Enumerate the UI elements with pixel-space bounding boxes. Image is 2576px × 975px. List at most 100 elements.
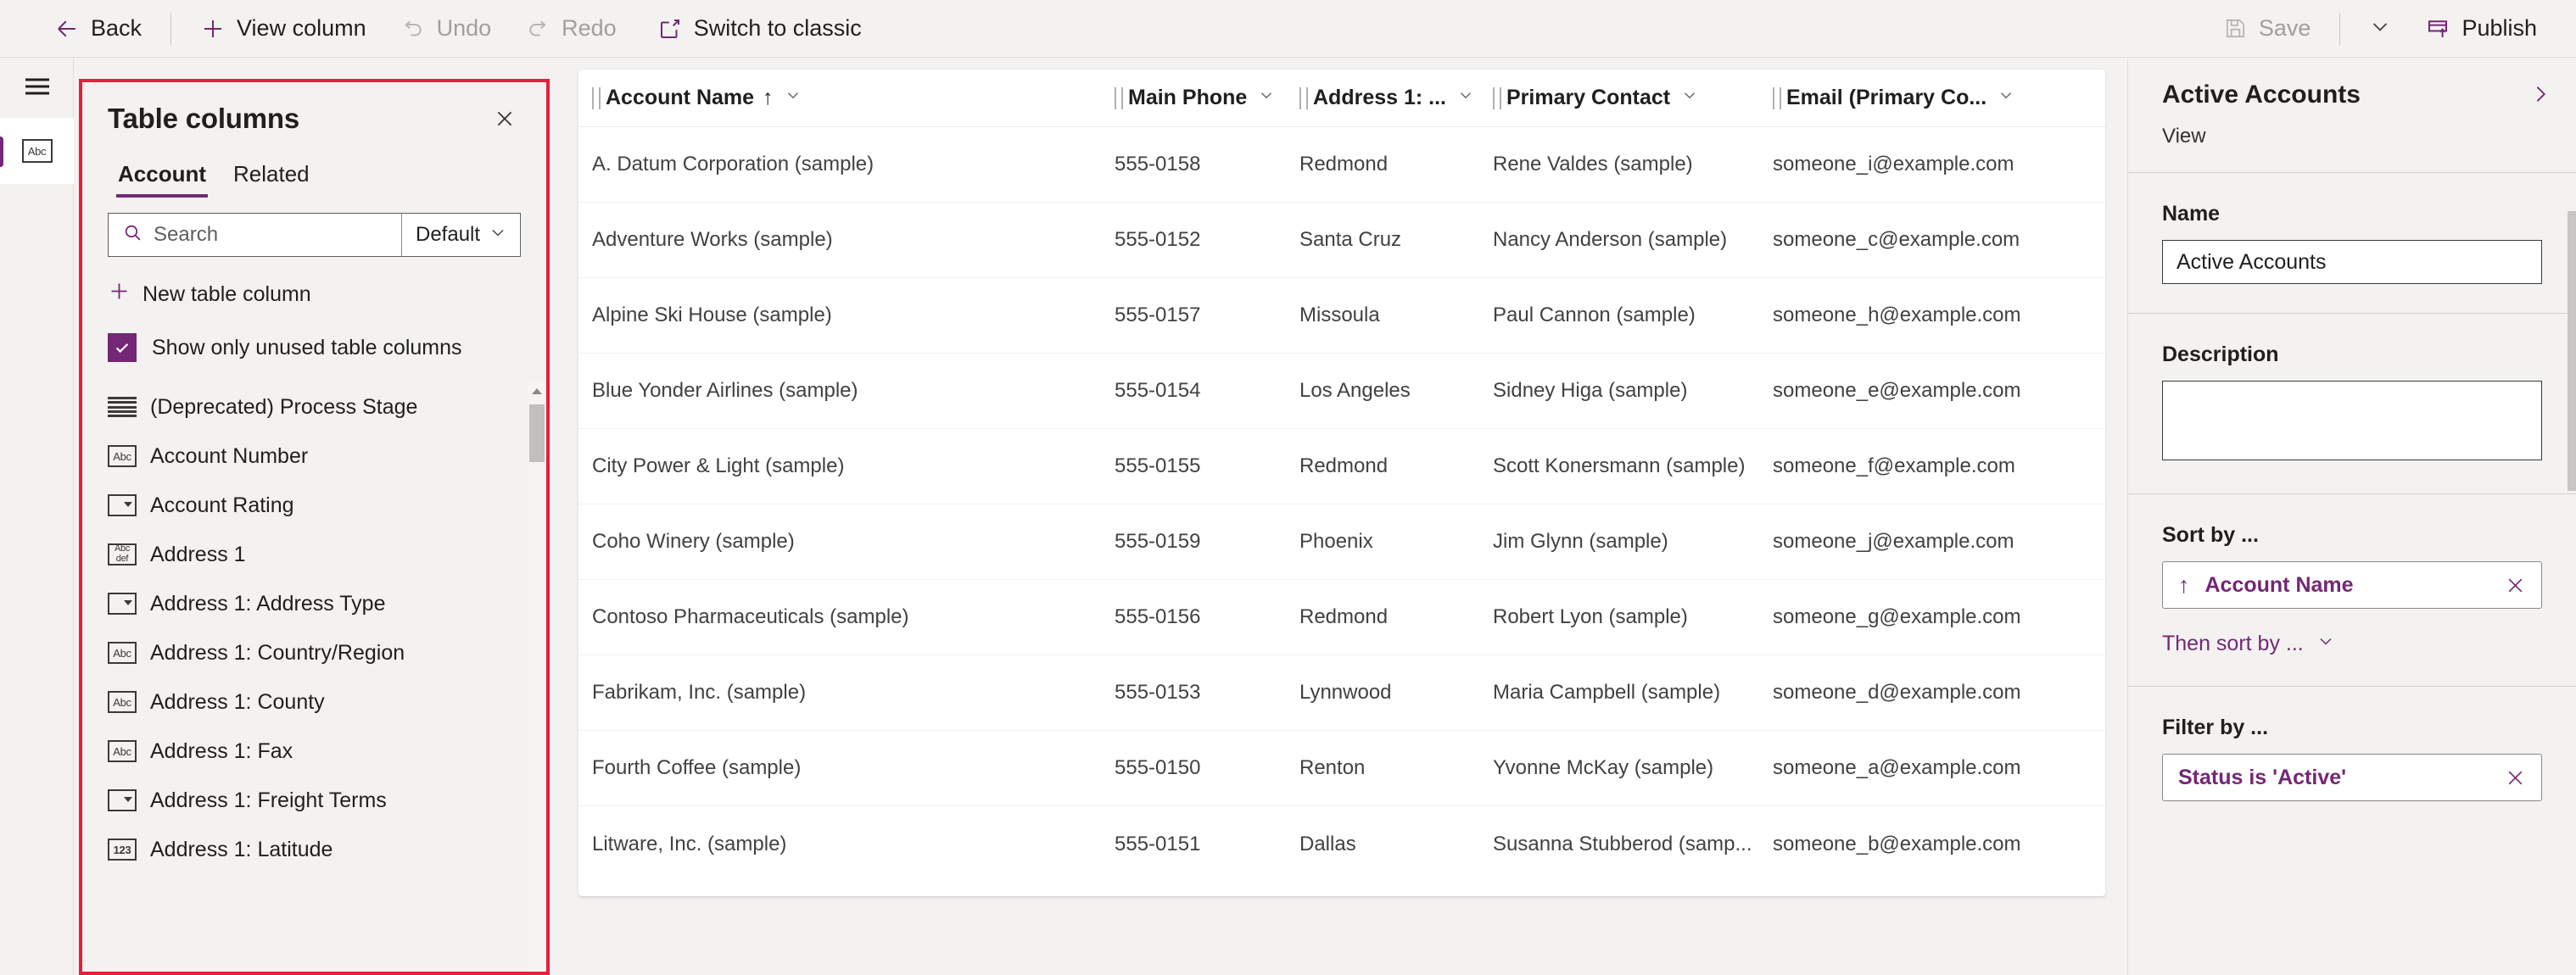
chevron-down-icon[interactable] bbox=[1257, 86, 1276, 110]
save-button[interactable]: Save bbox=[2206, 0, 2328, 58]
new-table-column-button[interactable]: New table column bbox=[108, 277, 521, 311]
cell-account-name[interactable]: Alpine Ski House (sample) bbox=[578, 304, 1115, 327]
description-label: Description bbox=[2162, 343, 2279, 366]
rail-item-columns[interactable]: Abc bbox=[0, 118, 74, 184]
list-item[interactable]: Address 1: Freight Terms bbox=[82, 776, 528, 825]
view-column-button[interactable]: View column bbox=[183, 0, 383, 58]
column-header-account-name[interactable]: Account Name ↑ bbox=[578, 70, 1115, 126]
table-row[interactable]: Contoso Pharmaceuticals (sample) 555-015… bbox=[578, 580, 2105, 655]
tab-account[interactable]: Account bbox=[108, 156, 216, 198]
description-section: Description bbox=[2128, 314, 2576, 494]
table-row[interactable]: Litware, Inc. (sample) 555-0151 Dallas S… bbox=[578, 806, 2105, 882]
choice-icon bbox=[108, 494, 137, 516]
cell-email: someone_j@example.com bbox=[1773, 530, 2014, 553]
column-header-email[interactable]: Email (Primary Co... bbox=[1773, 70, 2105, 126]
search-box[interactable] bbox=[109, 214, 401, 256]
chevron-down-icon[interactable] bbox=[1997, 86, 2015, 110]
hamburger-menu-button[interactable] bbox=[0, 58, 74, 118]
column-header-primary-contact[interactable]: Primary Contact bbox=[1493, 70, 1773, 126]
then-sort-by-label: Then sort by ... bbox=[2162, 632, 2304, 655]
sort-ascending-icon[interactable]: ↑ bbox=[2178, 573, 2190, 597]
name-field[interactable] bbox=[2162, 240, 2542, 284]
cell-account-name[interactable]: Adventure Works (sample) bbox=[578, 228, 1115, 252]
sort-by-pill[interactable]: ↑ Account Name bbox=[2162, 561, 2542, 609]
cell-account-name[interactable]: Contoso Pharmaceuticals (sample) bbox=[578, 605, 1115, 629]
table-row[interactable]: Fourth Coffee (sample) 555-0150 Renton Y… bbox=[578, 731, 2105, 806]
chevron-down-icon[interactable] bbox=[1456, 86, 1475, 110]
switch-to-classic-button[interactable]: Switch to classic bbox=[634, 0, 879, 58]
cell-main-phone: 555-0151 bbox=[1115, 832, 1201, 855]
cell-account-name[interactable]: Fabrikam, Inc. (sample) bbox=[578, 681, 1115, 705]
column-filter-value: Default bbox=[416, 223, 481, 246]
undo-button[interactable]: Undo bbox=[383, 0, 509, 58]
remove-filter-button[interactable] bbox=[2505, 767, 2526, 788]
cell-account-name[interactable]: City Power & Light (sample) bbox=[578, 454, 1115, 478]
table-row[interactable]: Adventure Works (sample) 555-0152 Santa … bbox=[578, 203, 2105, 278]
remove-sort-button[interactable] bbox=[2505, 575, 2526, 596]
table-columns-panel: Table columns Account Related Default bbox=[79, 79, 550, 975]
list-item[interactable]: Abc Address 1: Country/Region bbox=[82, 628, 528, 677]
chevron-down-icon[interactable] bbox=[784, 86, 802, 110]
list-item-label: Address 1: Latitude bbox=[150, 837, 333, 861]
list-item[interactable]: Abc def Address 1 bbox=[82, 530, 528, 579]
table-row[interactable]: Fabrikam, Inc. (sample) 555-0153 Lynnwoo… bbox=[578, 655, 2105, 731]
table-row[interactable]: City Power & Light (sample) 555-0155 Red… bbox=[578, 429, 2105, 504]
table-row[interactable]: A. Datum Corporation (sample) 555-0158 R… bbox=[578, 127, 2105, 203]
column-header-main-phone[interactable]: Main Phone bbox=[1115, 70, 1299, 126]
list-item[interactable]: Abc Account Number bbox=[82, 432, 528, 481]
caret-up-icon bbox=[531, 384, 543, 399]
left-rail: Abc bbox=[0, 58, 74, 975]
tab-related[interactable]: Related bbox=[223, 156, 320, 198]
list-item[interactable]: Abc Address 1: Fax bbox=[82, 727, 528, 776]
filter-pill[interactable]: Status is 'Active' bbox=[2162, 754, 2542, 801]
save-options-chevron[interactable] bbox=[2352, 0, 2408, 58]
properties-scrollbar[interactable] bbox=[2568, 211, 2576, 491]
table-columns-header: Table columns bbox=[82, 82, 546, 135]
list-item[interactable]: 123 Address 1: Latitude bbox=[82, 825, 528, 874]
column-header-address-1[interactable]: Address 1: ... bbox=[1299, 70, 1493, 126]
search-input[interactable] bbox=[154, 223, 388, 247]
list-item[interactable]: (Deprecated) Process Stage bbox=[82, 382, 528, 432]
description-field[interactable] bbox=[2162, 381, 2542, 460]
cell-primary-contact: Yvonne McKay (sample) bbox=[1493, 756, 1714, 779]
cell-main-phone: 555-0156 bbox=[1115, 605, 1201, 628]
show-only-unused-checkbox[interactable] bbox=[108, 333, 137, 362]
back-button[interactable]: Back bbox=[37, 0, 159, 58]
column-filter-dropdown[interactable]: Default bbox=[401, 214, 520, 256]
properties-subtitle: View bbox=[2162, 125, 2206, 148]
expand-panel-button[interactable] bbox=[2529, 82, 2552, 106]
table-row[interactable]: Coho Winery (sample) 555-0159 Phoenix Ji… bbox=[578, 504, 2105, 580]
search-icon bbox=[122, 222, 143, 248]
cell-account-name[interactable]: Fourth Coffee (sample) bbox=[578, 756, 1115, 780]
list-item[interactable]: Account Rating bbox=[82, 481, 528, 530]
cell-email: someone_b@example.com bbox=[1773, 832, 2021, 855]
table-columns-scrollbar[interactable] bbox=[528, 382, 546, 972]
list-item-label: Address 1: Address Type bbox=[150, 591, 386, 616]
cell-account-name[interactable]: Coho Winery (sample) bbox=[578, 530, 1115, 554]
publish-button[interactable]: Publish bbox=[2408, 0, 2554, 58]
cell-email: someone_h@example.com bbox=[1773, 304, 2021, 326]
table-row[interactable]: Blue Yonder Airlines (sample) 555-0154 L… bbox=[578, 354, 2105, 429]
publish-icon bbox=[2425, 16, 2450, 42]
undo-icon bbox=[400, 16, 426, 42]
list-item[interactable]: Address 1: Address Type bbox=[82, 579, 528, 628]
redo-icon bbox=[525, 16, 550, 42]
cell-address: Redmond bbox=[1299, 454, 1389, 477]
redo-button[interactable]: Redo bbox=[508, 0, 634, 58]
cell-primary-contact: Susanna Stubberod (samp... bbox=[1493, 832, 1752, 855]
sort-by-section: Sort by ... ↑ Account Name Then sort by … bbox=[2128, 494, 2576, 687]
cell-account-name[interactable]: Blue Yonder Airlines (sample) bbox=[578, 379, 1115, 403]
cell-account-name[interactable]: Litware, Inc. (sample) bbox=[578, 833, 1115, 856]
close-panel-button[interactable] bbox=[489, 103, 521, 135]
table-row[interactable]: Alpine Ski House (sample) 555-0157 Misso… bbox=[578, 278, 2105, 354]
new-table-column-label: New table column bbox=[142, 281, 311, 306]
table-columns-list: (Deprecated) Process Stage Abc Account N… bbox=[82, 382, 546, 972]
then-sort-by-button[interactable]: Then sort by ... bbox=[2162, 631, 2542, 657]
cell-main-phone: 555-0157 bbox=[1115, 304, 1201, 326]
chevron-down-icon[interactable] bbox=[1680, 86, 1699, 110]
show-only-unused-checkbox-row[interactable]: Show only unused table columns bbox=[108, 333, 521, 362]
cell-account-name[interactable]: A. Datum Corporation (sample) bbox=[578, 153, 1115, 176]
scroll-up-button[interactable] bbox=[528, 382, 546, 401]
scrollbar-thumb[interactable] bbox=[529, 404, 545, 462]
list-item[interactable]: Abc Address 1: County bbox=[82, 677, 528, 727]
